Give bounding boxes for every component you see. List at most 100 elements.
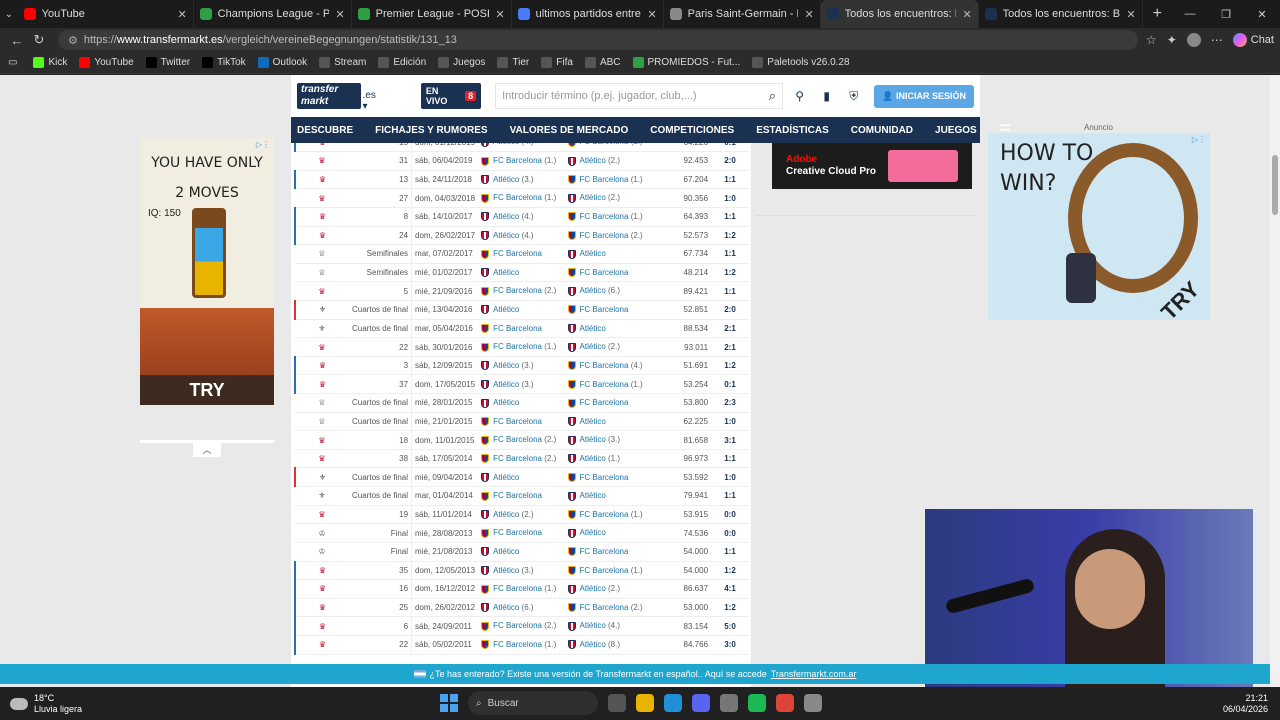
competition-icon[interactable]: ⚜ <box>319 473 326 482</box>
browser-tab[interactable]: Paris Saint-Germain - Liverpool en ✕ <box>664 0 821 28</box>
home-team-link[interactable]: FC Barcelona <box>493 491 542 500</box>
away-crest-icon[interactable] <box>567 398 576 408</box>
close-tab-icon[interactable]: ✕ <box>962 8 971 21</box>
home-crest-icon[interactable] <box>481 143 490 147</box>
bookmark-item[interactable]: Edición <box>378 57 426 68</box>
maximize-icon[interactable]: ❐ <box>1208 8 1244 21</box>
away-crest-icon[interactable] <box>567 547 576 557</box>
url-field[interactable]: ⚙ https://www.transfermarkt.es/vergleich… <box>58 30 1138 50</box>
bookmark-item[interactable]: Outlook <box>257 57 307 68</box>
home-crest-icon[interactable] <box>481 268 490 278</box>
away-team-link[interactable]: Atlético <box>580 342 606 351</box>
file-explorer-icon[interactable] <box>636 694 654 712</box>
home-crest-icon[interactable] <box>481 417 490 427</box>
competition-icon[interactable]: ⚜ <box>318 491 325 500</box>
notice-link[interactable]: Transfermarkt.com.ar <box>771 669 857 679</box>
competition-icon[interactable]: ♔ <box>318 547 325 556</box>
close-tab-icon[interactable]: ✕ <box>495 8 504 21</box>
home-crest-icon[interactable] <box>481 584 490 594</box>
competition-icon[interactable]: ♛ <box>318 194 325 203</box>
nav-item[interactable]: FICHAJES Y RUMORES <box>375 125 487 136</box>
away-team-link[interactable]: Atlético <box>580 621 606 630</box>
result-link[interactable]: 0:1 <box>711 143 749 153</box>
left-ad-try-button[interactable]: TRY <box>140 375 274 405</box>
home-crest-icon[interactable] <box>481 324 490 334</box>
away-team-link[interactable]: Atlético <box>580 528 606 537</box>
competition-icon[interactable]: ♛ <box>318 510 325 519</box>
away-crest-icon[interactable] <box>567 305 576 315</box>
result-link[interactable]: 1:2 <box>711 356 749 376</box>
more-menu-icon[interactable]: ⋯ <box>1211 33 1223 47</box>
away-team-link[interactable]: Atlético <box>580 491 606 500</box>
home-team-link[interactable]: Atlético <box>493 380 519 389</box>
result-link[interactable]: 4:1 <box>711 579 749 599</box>
home-team-link[interactable]: FC Barcelona <box>493 193 542 202</box>
result-link[interactable]: 1:0 <box>711 467 749 488</box>
away-team-link[interactable]: FC Barcelona <box>580 305 629 314</box>
competition-icon[interactable]: ♛ <box>319 143 326 147</box>
reading-list-icon[interactable]: ▭ <box>8 57 17 68</box>
result-link[interactable]: 0:1 <box>711 374 749 395</box>
login-button[interactable]: 👤 INICIAR SESIÓN <box>874 84 975 108</box>
extensions-icon[interactable]: ✦ <box>1167 33 1177 47</box>
away-crest-icon[interactable] <box>567 342 576 352</box>
competition-icon[interactable]: ♛ <box>319 584 326 593</box>
away-crest-icon[interactable] <box>567 361 576 371</box>
nav-item[interactable]: ESTADÍSTICAS <box>756 125 829 136</box>
bookmark-item[interactable]: PROMIEDOS - Fut... <box>632 57 740 68</box>
away-crest-icon[interactable] <box>567 621 576 631</box>
home-crest-icon[interactable] <box>481 156 490 166</box>
result-link[interactable]: 2:0 <box>711 300 749 320</box>
away-team-link[interactable]: FC Barcelona <box>580 212 629 221</box>
away-crest-icon[interactable] <box>567 640 576 650</box>
home-team-link[interactable]: FC Barcelona <box>493 156 542 165</box>
nav-item[interactable]: DESCUBRE <box>297 125 353 136</box>
home-crest-icon[interactable] <box>481 621 490 631</box>
result-link[interactable]: 2:0 <box>711 151 749 171</box>
away-team-link[interactable]: Atlético <box>580 324 606 333</box>
home-crest-icon[interactable] <box>481 566 490 576</box>
home-team-link[interactable]: Atlético <box>493 305 519 314</box>
star-icon[interactable]: ☆ <box>1146 33 1157 47</box>
close-tab-icon[interactable]: ✕ <box>647 8 656 21</box>
home-team-link[interactable]: FC Barcelona <box>493 417 542 426</box>
home-team-link[interactable]: FC Barcelona <box>493 435 542 444</box>
taskbar-search[interactable]: ⌕ Buscar <box>468 691 598 715</box>
bookmark-item[interactable]: YouTube <box>79 57 134 68</box>
home-team-link[interactable]: Atlético <box>493 547 519 556</box>
result-link[interactable]: 1:0 <box>711 188 749 208</box>
home-crest-icon[interactable] <box>481 398 490 408</box>
home-crest-icon[interactable] <box>481 231 490 241</box>
home-team-link[interactable]: FC Barcelona <box>493 528 542 537</box>
away-crest-icon[interactable] <box>567 193 576 203</box>
away-team-link[interactable]: Atlético <box>580 417 606 426</box>
shield-icon[interactable]: ⛨ <box>843 85 864 107</box>
competition-icon[interactable]: ♛ <box>318 343 325 352</box>
away-crest-icon[interactable] <box>567 249 576 259</box>
home-team-link[interactable]: Atlético <box>493 510 519 519</box>
result-link[interactable]: 2:1 <box>711 319 749 339</box>
windows-start-icon[interactable] <box>440 694 458 712</box>
competition-icon[interactable]: ♔ <box>318 529 325 538</box>
bookmark-item[interactable]: Twitter <box>145 57 190 68</box>
bookmark-item[interactable]: Paletools v26.0.28 <box>752 57 850 68</box>
bookmark-item[interactable]: Fifa <box>541 57 573 68</box>
bookmark-item[interactable]: ABC <box>584 57 621 68</box>
bookmark-item[interactable]: Tier <box>497 57 529 68</box>
search-icon[interactable]: ⌕ <box>769 88 776 104</box>
result-link[interactable]: 1:1 <box>711 281 749 301</box>
bookmark-item[interactable]: Juegos <box>438 57 485 68</box>
home-team-link[interactable]: FC Barcelona <box>493 584 542 593</box>
nav-item[interactable]: JUEGOS <box>935 125 977 136</box>
away-crest-icon[interactable] <box>567 156 576 166</box>
away-team-link[interactable]: FC Barcelona <box>580 361 629 370</box>
live-button[interactable]: EN VIVO 8 <box>420 83 482 109</box>
home-crest-icon[interactable] <box>481 603 490 613</box>
settings-icon[interactable] <box>804 694 822 712</box>
competition-icon[interactable]: ♛ <box>318 454 325 463</box>
away-crest-icon[interactable] <box>567 472 576 482</box>
away-team-link[interactable]: Atlético <box>580 193 606 202</box>
away-crest-icon[interactable] <box>567 268 576 278</box>
away-team-link[interactable]: Atlético <box>580 156 606 165</box>
competition-icon[interactable]: ♛ <box>319 175 326 184</box>
